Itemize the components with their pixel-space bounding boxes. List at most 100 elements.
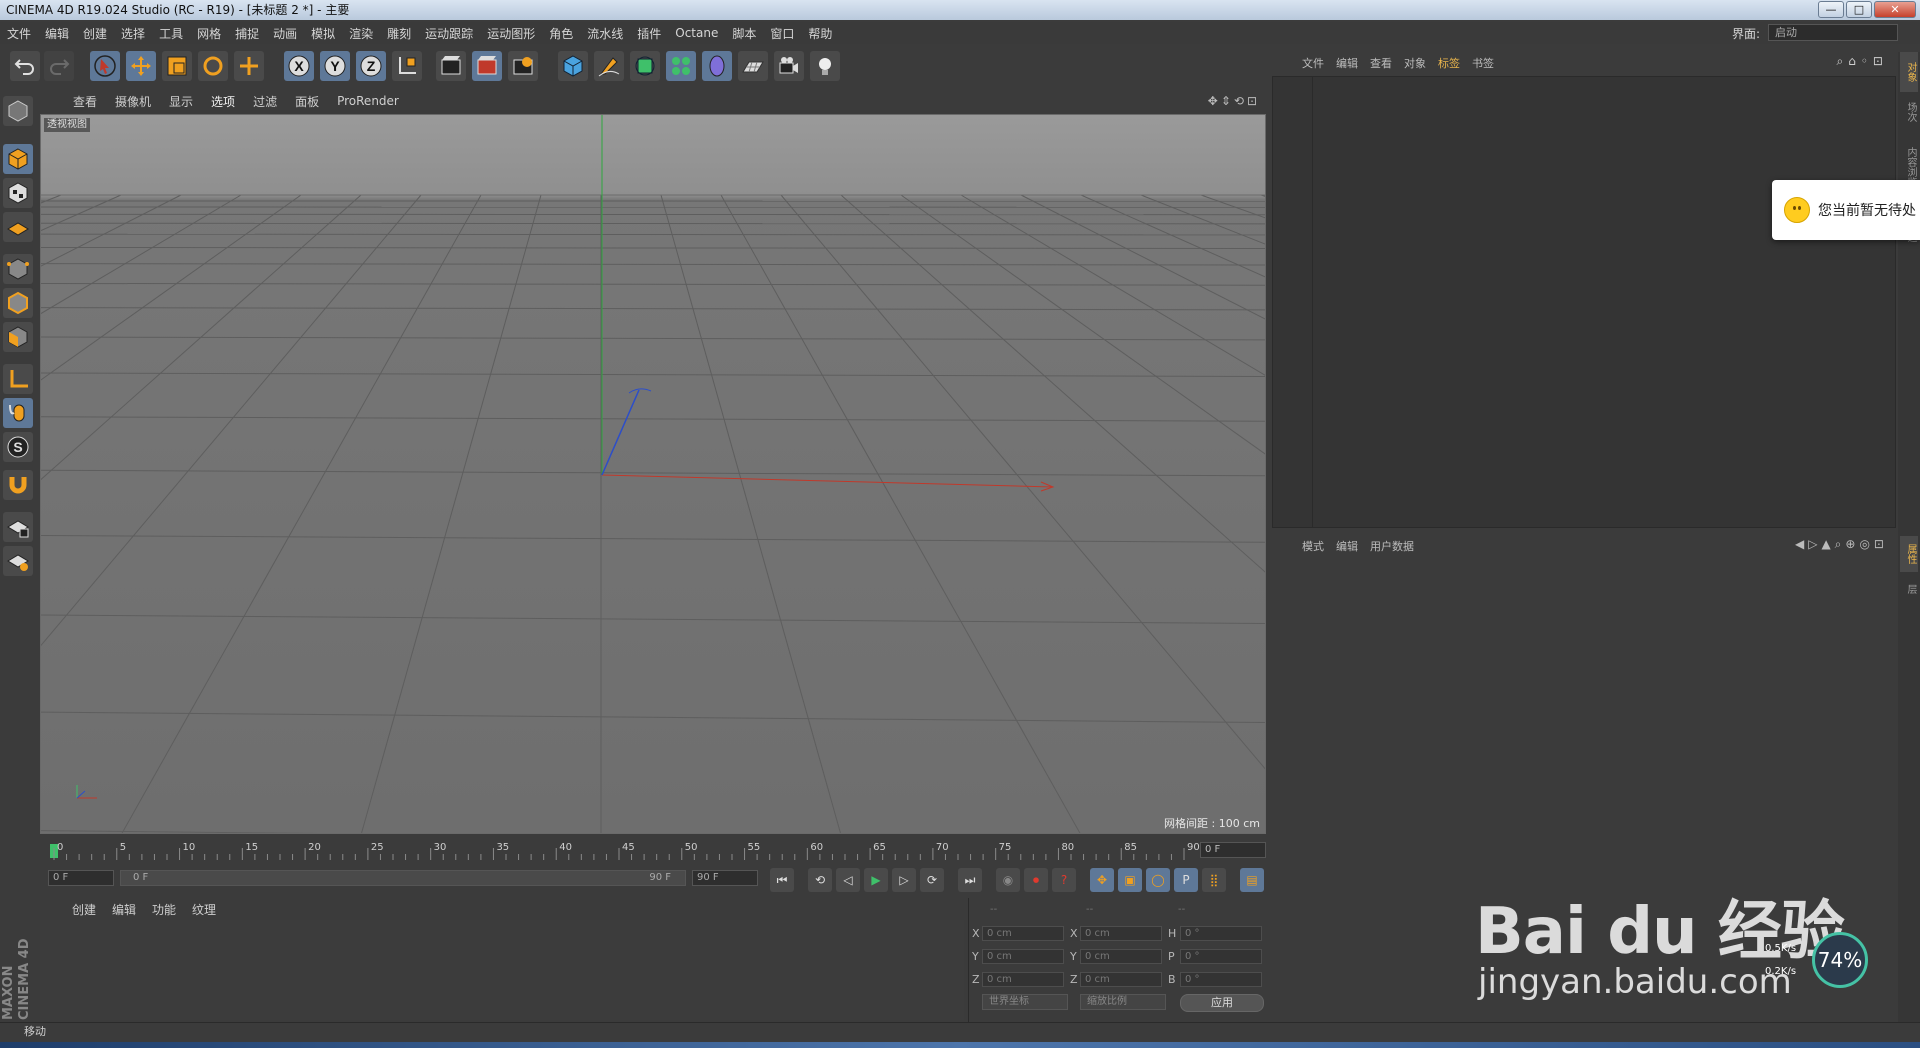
x-axis-icon[interactable]: X: [284, 51, 314, 81]
points-mode-icon[interactable]: [3, 254, 33, 284]
attribute-menu-mode[interactable]: 模式: [1296, 538, 1330, 554]
go-to-end-icon[interactable]: ⏭: [958, 868, 982, 892]
menu-tools[interactable]: 工具: [152, 25, 190, 42]
viewport-menu-cameras[interactable]: 摄像机: [106, 93, 160, 110]
object-menu-tags[interactable]: 标签: [1432, 55, 1466, 71]
deformer-icon[interactable]: [702, 51, 732, 81]
coordinate-system-icon[interactable]: [392, 51, 422, 81]
start-frame-field[interactable]: 0 F: [48, 870, 114, 886]
scale-mode-dropdown[interactable]: 缩放比例: [1080, 994, 1166, 1010]
menu-motion-tracking[interactable]: 运动跟踪: [418, 25, 480, 42]
menu-snap[interactable]: 捕捉: [228, 25, 266, 42]
go-to-start-icon[interactable]: ⏮: [770, 868, 794, 892]
menu-character[interactable]: 角色: [542, 25, 580, 42]
rotation-p-field[interactable]: 0 °: [1180, 949, 1262, 964]
model-mode-icon[interactable]: [3, 144, 33, 174]
size-x-field[interactable]: 0 cm: [1080, 926, 1162, 941]
make-editable-icon[interactable]: [3, 96, 33, 126]
object-manager-icons[interactable]: ⌕⌂◦⊡: [1837, 54, 1888, 69]
rotation-b-field[interactable]: 0 °: [1180, 972, 1262, 987]
move-icon[interactable]: [126, 51, 156, 81]
previous-frame-icon[interactable]: ◁: [836, 868, 860, 892]
tab-takes[interactable]: 场次: [1900, 94, 1918, 130]
maximize-button[interactable]: □: [1846, 1, 1872, 18]
menu-animate[interactable]: 动画: [266, 25, 304, 42]
previous-key-icon[interactable]: ⟲: [808, 868, 832, 892]
material-menu-function[interactable]: 功能: [144, 901, 184, 918]
attribute-menu-edit[interactable]: 编辑: [1330, 538, 1364, 554]
cloner-icon[interactable]: [666, 51, 696, 81]
tab-attributes[interactable]: 属性: [1900, 536, 1918, 572]
object-menu-objects[interactable]: 对象: [1398, 55, 1432, 71]
object-menu-edit[interactable]: 编辑: [1330, 55, 1364, 71]
tab-layers[interactable]: 层: [1900, 574, 1918, 604]
undo-icon[interactable]: [10, 51, 40, 81]
layout-select[interactable]: 启动: [1768, 24, 1898, 41]
key-parameter-icon[interactable]: P: [1174, 868, 1198, 892]
menu-help[interactable]: 帮助: [801, 25, 839, 42]
menu-sculpt[interactable]: 雕刻: [380, 25, 418, 42]
menu-simulate[interactable]: 模拟: [304, 25, 342, 42]
magnet-icon[interactable]: [3, 470, 33, 500]
workplane-mode-icon[interactable]: [3, 212, 33, 242]
material-manager-area[interactable]: [40, 920, 964, 1020]
object-menu-file[interactable]: 文件: [1296, 55, 1330, 71]
grid-lock-icon[interactable]: [3, 512, 33, 542]
render-settings-icon[interactable]: [508, 51, 538, 81]
y-axis-icon[interactable]: Y: [320, 51, 350, 81]
menu-pipeline[interactable]: 流水线: [580, 25, 630, 42]
light-icon[interactable]: [810, 51, 840, 81]
menu-script[interactable]: 脚本: [725, 25, 763, 42]
pen-icon[interactable]: [594, 51, 624, 81]
world-coordinates-dropdown[interactable]: 世界坐标: [982, 994, 1068, 1010]
size-z-field[interactable]: 0 cm: [1080, 972, 1162, 987]
camera-icon[interactable]: [774, 51, 804, 81]
menu-render[interactable]: 渲染: [342, 25, 380, 42]
position-x-field[interactable]: 0 cm: [982, 926, 1064, 941]
timeline-ruler[interactable]: 0 5 10 15 20 25 30 35 40 45 50 55 60 65 70 75 80 85 90: [50, 838, 1210, 862]
end-frame-field[interactable]: 90 F: [692, 870, 758, 886]
key-pla-icon[interactable]: ⣿: [1202, 868, 1226, 892]
minimize-button[interactable]: —: [1818, 1, 1844, 18]
size-y-field[interactable]: 0 cm: [1080, 949, 1162, 964]
z-axis-icon[interactable]: Z: [356, 51, 386, 81]
notification-popup[interactable]: 您当前暂无待处: [1772, 180, 1920, 240]
select-icon[interactable]: [90, 51, 120, 81]
material-menu-texture[interactable]: 纹理: [184, 901, 224, 918]
rotation-h-field[interactable]: 0 °: [1180, 926, 1262, 941]
play-icon[interactable]: ▶: [864, 868, 888, 892]
render-view-icon[interactable]: [436, 51, 466, 81]
object-manager-list[interactable]: [1272, 76, 1896, 528]
record-keys-icon[interactable]: ◉: [996, 868, 1020, 892]
material-menu-create[interactable]: 创建: [64, 901, 104, 918]
axis-mode-icon[interactable]: [3, 364, 33, 394]
viewport-menu-filter[interactable]: 过滤: [244, 93, 286, 110]
frame-range-slider[interactable]: 0 F 90 F: [120, 870, 686, 886]
key-scale-icon[interactable]: ▣: [1118, 868, 1142, 892]
live-select-icon[interactable]: [234, 51, 264, 81]
viewport-nav-icons[interactable]: ✥⇕⟲⊡: [1208, 94, 1260, 108]
snap-icon[interactable]: S: [3, 432, 33, 462]
key-rotation-icon[interactable]: ◯: [1146, 868, 1170, 892]
material-menu-edit[interactable]: 编辑: [104, 901, 144, 918]
apply-button[interactable]: 应用: [1180, 994, 1264, 1012]
next-frame-icon[interactable]: ▷: [892, 868, 916, 892]
viewport-menu-prorender[interactable]: ProRender: [328, 94, 408, 108]
floor-icon[interactable]: [738, 51, 768, 81]
tab-objects[interactable]: 对象: [1900, 52, 1918, 92]
tweak-mode-icon[interactable]: [3, 398, 33, 428]
menu-window[interactable]: 窗口: [763, 25, 801, 42]
menu-plugins[interactable]: 插件: [630, 25, 668, 42]
next-key-icon[interactable]: ⟳: [920, 868, 944, 892]
viewport-menu-options[interactable]: 选项: [202, 93, 244, 110]
redo-icon[interactable]: [44, 51, 74, 81]
menu-edit[interactable]: 编辑: [38, 25, 76, 42]
timeline[interactable]: 0 5 10 15 20 25 30 35 40 45 50 55 60 65 70 75 80 85 90: [40, 838, 1266, 862]
menu-create[interactable]: 创建: [76, 25, 114, 42]
current-frame-field[interactable]: 0 F: [1200, 842, 1266, 858]
position-z-field[interactable]: 0 cm: [982, 972, 1064, 987]
menu-octane[interactable]: Octane: [668, 26, 725, 40]
attribute-menu-user-data[interactable]: 用户数据: [1364, 538, 1420, 554]
render-picture-viewer-icon[interactable]: [472, 51, 502, 81]
key-position-icon[interactable]: ✥: [1090, 868, 1114, 892]
